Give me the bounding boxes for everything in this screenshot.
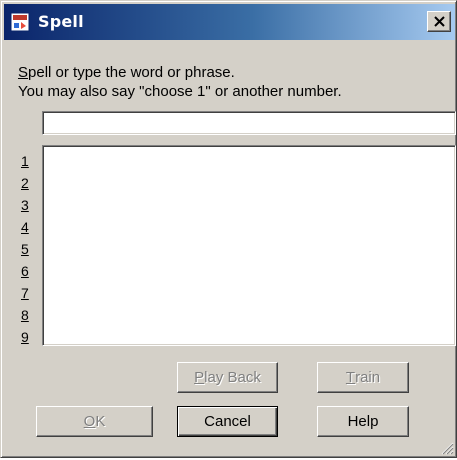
choice-number-6: 6 bbox=[21, 263, 29, 279]
ok-mnemonic: O bbox=[83, 413, 96, 430]
title-bar[interactable]: Spell bbox=[4, 4, 455, 40]
spell-input[interactable] bbox=[42, 111, 456, 135]
play-back-mnemonic: P bbox=[194, 369, 205, 386]
choice-number-8: 8 bbox=[21, 307, 29, 323]
speech-app-icon bbox=[10, 12, 30, 32]
choice-number-1: 1 bbox=[21, 153, 29, 169]
resize-grip-icon[interactable] bbox=[440, 441, 454, 455]
play-back-button[interactable]: Play Back bbox=[177, 362, 278, 393]
train-mnemonic: T bbox=[345, 369, 356, 386]
help-label: Help bbox=[347, 413, 379, 430]
instruction-line-2: You may also say "choose 1" or another n… bbox=[18, 83, 342, 100]
instruction-mnemonic: S bbox=[18, 64, 29, 81]
train-button[interactable]: Train bbox=[317, 362, 409, 393]
ok-label: K bbox=[95, 413, 106, 430]
choice-number-3: 3 bbox=[21, 197, 29, 213]
choice-number-7: 7 bbox=[21, 285, 29, 301]
spell-dialog: Spell Spell or type the word or phrase. … bbox=[0, 0, 457, 458]
choice-number-9: 9 bbox=[21, 329, 29, 345]
instruction-line-1: Spell or type the word or phrase. bbox=[18, 64, 235, 81]
train-label: rain bbox=[355, 369, 381, 386]
instruction-text: pell or type the word or phrase. bbox=[28, 64, 235, 81]
close-icon bbox=[434, 16, 445, 27]
ok-button[interactable]: OK bbox=[36, 406, 153, 437]
cancel-label: Cancel bbox=[204, 413, 251, 430]
choice-number-2: 2 bbox=[21, 175, 29, 191]
choice-number-4: 4 bbox=[21, 219, 29, 235]
close-button[interactable] bbox=[427, 11, 451, 32]
choice-number-5: 5 bbox=[21, 241, 29, 257]
play-back-label: lay Back bbox=[204, 369, 261, 386]
choices-list[interactable] bbox=[42, 145, 456, 346]
window-title: Spell bbox=[38, 12, 84, 31]
cancel-button[interactable]: Cancel bbox=[177, 406, 278, 437]
help-button[interactable]: Help bbox=[317, 406, 409, 437]
